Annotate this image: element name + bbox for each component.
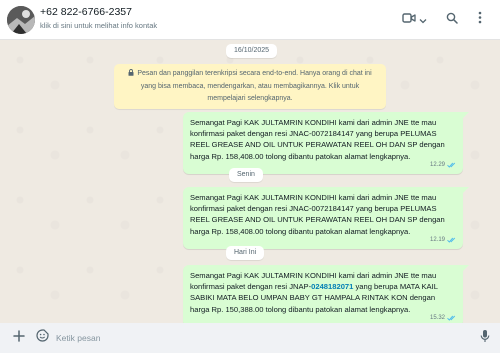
tracking-number-link[interactable]: 0248182071 [311, 282, 353, 291]
outgoing-message[interactable]: Semangat Pagi KAK JULTAMRIN KONDIHI kami… [183, 265, 469, 323]
read-ticks-icon [447, 315, 457, 321]
date-separator: Hari Ini [226, 246, 265, 260]
menu-icon [478, 11, 482, 29]
contact-info-hint: klik di sini untuk melihat info kontak [40, 21, 158, 30]
encryption-notice-text: Pesan dan panggilan terenkripsi secara e… [137, 70, 372, 102]
message-meta: 15.32 [430, 313, 457, 323]
outgoing-message[interactable]: Semangat Pagi KAK JULTAMRIN KONDIHI kami… [183, 187, 469, 249]
bubble-tail [462, 265, 469, 272]
chevron-down-icon [416, 11, 427, 29]
chat-header[interactable]: +62 822-6766-2357 klik di sini untuk mel… [0, 0, 500, 40]
bubble-tail [462, 187, 469, 194]
message-time: 12.19 [429, 236, 445, 243]
message-time: 15.32 [429, 314, 445, 321]
message-time: 12.29 [429, 161, 445, 168]
search-icon [446, 11, 458, 29]
message-composer [0, 323, 500, 353]
sticker-icon [35, 329, 49, 347]
chat-messages-area[interactable]: 16/10/2025 Pesan dan panggilan terenkrip… [0, 40, 500, 323]
attach-button[interactable] [11, 330, 27, 346]
outgoing-message[interactable]: Semangat Pagi KAK JULTAMRIN KONDIHI kami… [183, 112, 469, 174]
video-call-icon [401, 11, 416, 29]
lock-icon [128, 69, 134, 81]
menu-button[interactable] [474, 10, 486, 30]
search-button[interactable] [444, 10, 460, 30]
encryption-notice[interactable]: Pesan dan panggilan terenkripsi secara e… [114, 64, 386, 109]
plus-icon [13, 329, 25, 347]
message-input[interactable] [48, 328, 478, 348]
bubble-tail [462, 112, 469, 119]
contact-name: +62 822-6766-2357 [40, 6, 132, 18]
message-text: Semangat Pagi KAK JULTAMRIN KONDIHI kami… [190, 193, 445, 236]
read-ticks-icon [447, 237, 457, 243]
microphone-icon [480, 329, 490, 348]
date-separator: Senin [229, 168, 263, 182]
read-ticks-icon [447, 162, 457, 168]
voice-message-button[interactable] [477, 329, 493, 348]
date-separator: 16/10/2025 [226, 44, 278, 58]
contact-info[interactable]: +62 822-6766-2357 klik di sini untuk mel… [40, 6, 157, 31]
message-text: Semangat Pagi KAK JULTAMRIN KONDIHI kami… [190, 118, 445, 161]
message-meta: 12.29 [430, 160, 457, 171]
avatar[interactable] [7, 6, 35, 34]
message-meta: 12.19 [430, 235, 457, 246]
video-call-button[interactable] [401, 10, 427, 30]
